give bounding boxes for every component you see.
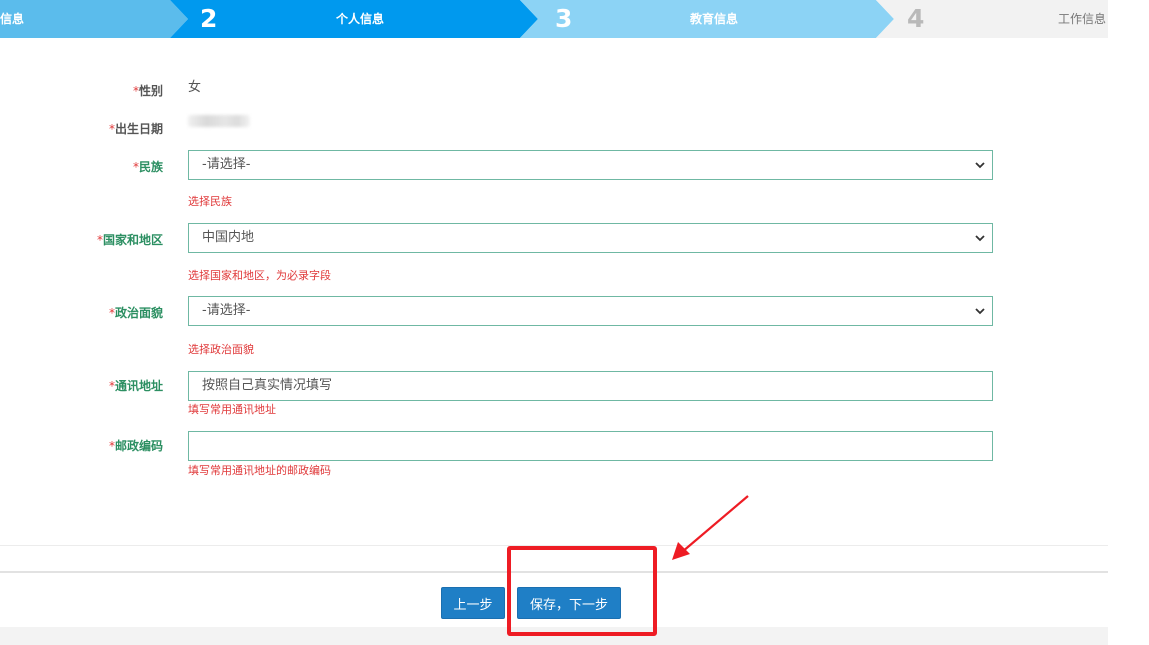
step-3-number: 3 bbox=[555, 4, 573, 33]
political-status-hint: 选择政治面貌 bbox=[188, 343, 254, 356]
gender-value: 女 bbox=[188, 80, 202, 95]
address-input[interactable]: 按照自己真实情况填写 bbox=[188, 371, 993, 401]
country-region-hint: 选择国家和地区，为必录字段 bbox=[188, 269, 331, 282]
step-3[interactable]: 3 教育信息 bbox=[538, 0, 876, 38]
chevron-down-icon bbox=[975, 308, 985, 315]
ethnicity-hint: 选择民族 bbox=[188, 195, 232, 208]
postal-code-label: *邮政编码 bbox=[108, 439, 163, 453]
step-progress-bar: 信息 2 个人信息 3 教育信息 4 工作信息 bbox=[0, 0, 1108, 38]
political-status-label: *政治面貌 bbox=[108, 306, 163, 320]
step-2-label: 个人信息 bbox=[336, 12, 385, 26]
birthdate-value-redacted bbox=[188, 115, 250, 127]
birthdate-label: *出生日期 bbox=[108, 122, 163, 136]
step-4-number: 4 bbox=[907, 4, 925, 33]
step-2-number: 2 bbox=[200, 4, 218, 33]
annotation-highlight-box bbox=[507, 546, 657, 636]
step-1-label: 信息 bbox=[0, 12, 25, 26]
political-status-select[interactable]: -请选择- bbox=[188, 296, 993, 326]
step-1[interactable]: 信息 bbox=[0, 0, 170, 38]
address-hint: 填写常用通讯地址 bbox=[188, 403, 276, 416]
prev-step-button[interactable]: 上一步 bbox=[441, 587, 505, 619]
address-label: *通讯地址 bbox=[108, 379, 163, 393]
step-3-label: 教育信息 bbox=[690, 12, 739, 26]
ethnicity-label: *民族 bbox=[132, 160, 163, 174]
ethnicity-select[interactable]: -请选择- bbox=[188, 150, 993, 180]
chevron-down-icon bbox=[975, 162, 985, 169]
country-region-label: *国家和地区 bbox=[96, 233, 163, 247]
postal-code-hint: 填写常用通讯地址的邮政编码 bbox=[188, 464, 331, 477]
annotation-arrow-icon bbox=[672, 495, 749, 560]
gender-label: *性别 bbox=[132, 84, 163, 98]
country-region-select-value: 中国内地 bbox=[202, 230, 255, 245]
political-status-select-value: -请选择- bbox=[202, 303, 251, 318]
address-input-value: 按照自己真实情况填写 bbox=[202, 378, 333, 393]
step-2[interactable]: 2 个人信息 bbox=[188, 0, 520, 38]
ethnicity-select-value: -请选择- bbox=[202, 157, 251, 172]
postal-code-input[interactable] bbox=[188, 431, 993, 461]
step-4[interactable]: 4 工作信息 bbox=[894, 0, 1108, 38]
chevron-down-icon bbox=[975, 235, 985, 242]
step-4-label: 工作信息 bbox=[1058, 12, 1107, 26]
country-region-select[interactable]: 中国内地 bbox=[188, 223, 993, 253]
